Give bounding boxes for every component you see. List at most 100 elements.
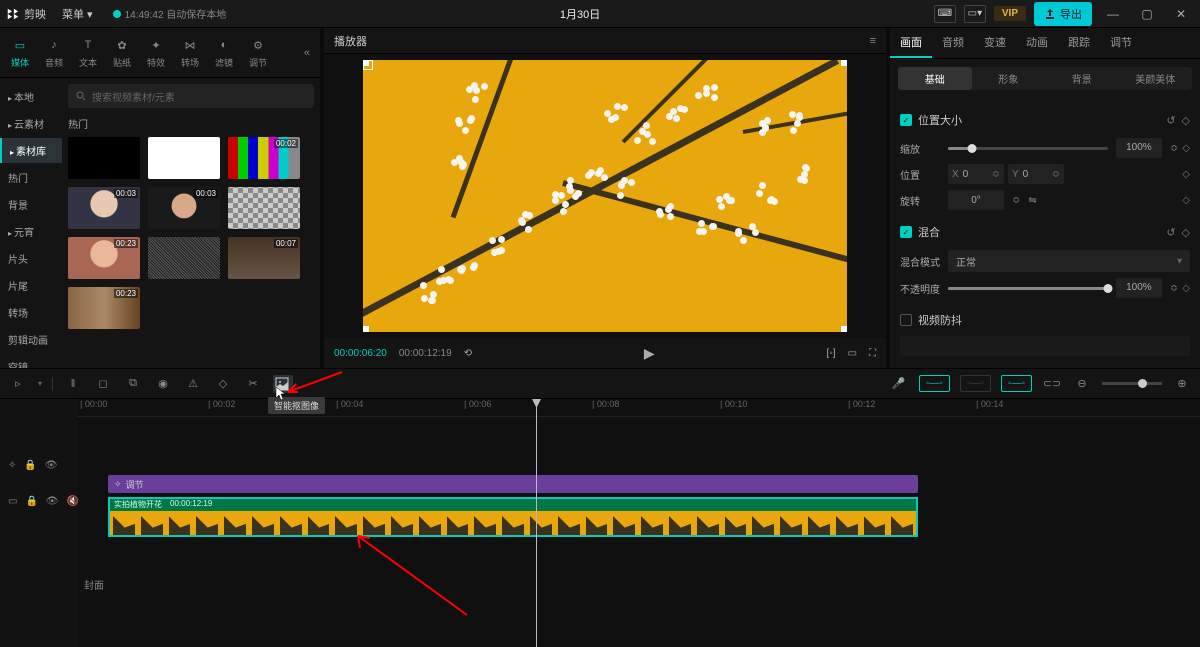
ratio-icon[interactable]: ▭ <box>848 348 857 359</box>
close-button[interactable]: ✕ <box>1168 7 1194 21</box>
media-thumb[interactable] <box>148 137 220 179</box>
scale-value[interactable]: 100% <box>1116 138 1162 158</box>
prop-tab[interactable]: 动画 <box>1016 28 1058 58</box>
tool-tab-0[interactable]: ▭媒体 <box>4 32 36 73</box>
opacity-value[interactable]: 100% <box>1116 278 1162 298</box>
auto-tag-2[interactable]: ◦—◦ <box>960 375 991 392</box>
auto-tag-1[interactable]: ◦—◦ <box>919 375 950 392</box>
shortcut-button[interactable]: ⌨ <box>934 5 956 23</box>
rotate-tool[interactable]: ◇ <box>213 377 233 390</box>
reverse-tool[interactable]: ◉ <box>153 377 173 390</box>
side-nav-item[interactable]: 片头 <box>0 246 62 271</box>
playhead[interactable] <box>536 399 537 647</box>
mirror-tool[interactable]: ⚠ <box>183 377 203 390</box>
video-clip[interactable]: 实拍植物开花00:00:12:19 <box>108 497 918 537</box>
reset-icon[interactable]: ↺ <box>1166 226 1175 239</box>
layout-button[interactable]: ▭▾ <box>964 5 986 23</box>
opacity-slider[interactable] <box>948 287 1108 290</box>
side-nav-item[interactable]: 背景 <box>0 192 62 217</box>
blend-header[interactable]: ✓ 混合 ↺◇ <box>900 220 1190 244</box>
checkbox-on-icon[interactable]: ✓ <box>900 226 912 238</box>
side-nav-item[interactable]: 热门 <box>0 165 62 190</box>
play-button[interactable]: ▶ <box>644 345 655 362</box>
loop-icon[interactable]: ⟲ <box>464 348 472 359</box>
select-tool[interactable]: ▹ <box>8 377 28 390</box>
media-thumb[interactable]: 00:07 <box>228 237 300 279</box>
timeline-ruler[interactable]: | 00:00| 00:02| 00:04| 00:06| 00:08| 00:… <box>78 399 1200 417</box>
pos-size-header[interactable]: ✓ 位置大小 ↺◇ <box>900 108 1190 132</box>
side-nav-item[interactable]: 转场 <box>0 300 62 325</box>
flip-h-icon[interactable]: ⇋ <box>1028 195 1036 206</box>
side-nav-item[interactable]: 剪辑动画 <box>0 327 62 352</box>
tool-tab-6[interactable]: ◐滤镜 <box>208 32 240 73</box>
eye-icon[interactable]: 👁 <box>46 496 59 507</box>
auto-tag-3[interactable]: ◦—◦ <box>1001 375 1032 392</box>
collapse-icon[interactable]: « <box>298 47 316 59</box>
search-input[interactable]: 搜索视频素材/元素 <box>68 84 314 108</box>
keyframe-icon[interactable]: ◇ <box>1182 226 1190 239</box>
zoom-slider[interactable] <box>1102 382 1162 385</box>
pos-x-input[interactable]: X0≎ <box>948 164 1004 184</box>
split-tool[interactable]: ‖ <box>63 378 83 390</box>
crop-tool[interactable]: ◻ <box>93 377 113 390</box>
prop-tab[interactable]: 变速 <box>974 28 1016 58</box>
denoise-header[interactable]: 视频降噪 VIP <box>900 366 1190 368</box>
reset-icon[interactable]: ↺ <box>1166 114 1175 127</box>
lock-icon[interactable]: 🔒 <box>25 496 37 507</box>
pos-y-input[interactable]: Y0≎ <box>1008 164 1064 184</box>
stabilize-header[interactable]: 视频防抖 <box>900 308 1190 332</box>
rotation-input[interactable]: 0° <box>948 190 1004 210</box>
media-thumb[interactable] <box>148 237 220 279</box>
prop-tab[interactable]: 画面 <box>890 28 932 58</box>
keyframe-icon[interactable]: ◇ <box>1182 283 1190 294</box>
tool-tab-3[interactable]: ✿贴纸 <box>106 32 138 73</box>
lock-icon[interactable]: 🔒 <box>24 460 36 471</box>
media-thumb[interactable]: 00:23 <box>68 237 140 279</box>
mic-icon[interactable]: 🎤 <box>889 377 909 390</box>
tool-tab-1[interactable]: ♪音频 <box>38 32 70 73</box>
maximize-button[interactable]: ▢ <box>1134 7 1160 21</box>
vip-badge[interactable]: VIP <box>994 6 1026 21</box>
magnet-icon[interactable]: ⊂⊃ <box>1042 377 1062 390</box>
tool-tab-5[interactable]: ⋈转场 <box>174 32 206 73</box>
copy-tool[interactable]: ⧉ <box>123 377 143 390</box>
media-thumb[interactable]: 00:03 <box>148 187 220 229</box>
tool-tab-4[interactable]: ✦特效 <box>140 32 172 73</box>
adjustment-track[interactable]: ✧ 调节 <box>108 475 918 493</box>
crop2-tool[interactable]: ✂ <box>243 377 263 390</box>
sub-tab[interactable]: 美颜美体 <box>1119 67 1193 90</box>
media-thumb[interactable] <box>228 187 300 229</box>
preview-frame[interactable] <box>363 60 847 332</box>
menu-dropdown[interactable]: 菜单 ▾ <box>56 4 99 24</box>
video-icon[interactable]: ▭ <box>8 496 17 507</box>
zoom-in-icon[interactable]: ⊕ <box>1172 377 1192 390</box>
side-nav-item[interactable]: ▸云素材 <box>0 111 62 136</box>
adjust-icon[interactable]: ✧ <box>8 460 16 471</box>
fullscreen-icon[interactable]: ⛶ <box>869 348 876 359</box>
media-thumb[interactable] <box>68 137 140 179</box>
stepper-icon[interactable]: ≎ <box>1170 283 1178 294</box>
prop-tab[interactable]: 音频 <box>932 28 974 58</box>
checkbox-off-icon[interactable] <box>900 314 912 326</box>
keyframe-icon[interactable]: ◇ <box>1182 114 1190 127</box>
prop-tab[interactable]: 跟踪 <box>1058 28 1100 58</box>
media-thumb[interactable]: 00:02 <box>228 137 300 179</box>
checkbox-on-icon[interactable]: ✓ <box>900 114 912 126</box>
tool-tab-7[interactable]: ⚙调节 <box>242 32 274 73</box>
side-nav-item[interactable]: 片尾 <box>0 273 62 298</box>
zoom-out-icon[interactable]: ⊖ <box>1072 377 1092 390</box>
sub-tab[interactable]: 形象 <box>972 67 1046 90</box>
side-nav-item[interactable]: ▸元宵 <box>0 219 62 244</box>
keyframe-icon[interactable]: ◇ <box>1182 169 1190 180</box>
side-nav-item[interactable]: 空镜 <box>0 354 62 368</box>
export-button[interactable]: 导出 <box>1034 2 1092 26</box>
sub-tab[interactable]: 背景 <box>1045 67 1119 90</box>
side-nav-item[interactable]: ▸本地 <box>0 84 62 109</box>
preview-menu-icon[interactable]: ≡ <box>870 35 876 47</box>
keyframe-icon[interactable]: ◇ <box>1182 195 1190 206</box>
cover-label[interactable]: 封面 <box>84 577 104 592</box>
side-nav-item[interactable]: ▸素材库 <box>0 138 62 163</box>
blend-mode-select[interactable]: 正常▾ <box>948 250 1190 272</box>
media-thumb[interactable]: 00:03 <box>68 187 140 229</box>
keyframe-icon[interactable]: ◇ <box>1182 143 1190 154</box>
